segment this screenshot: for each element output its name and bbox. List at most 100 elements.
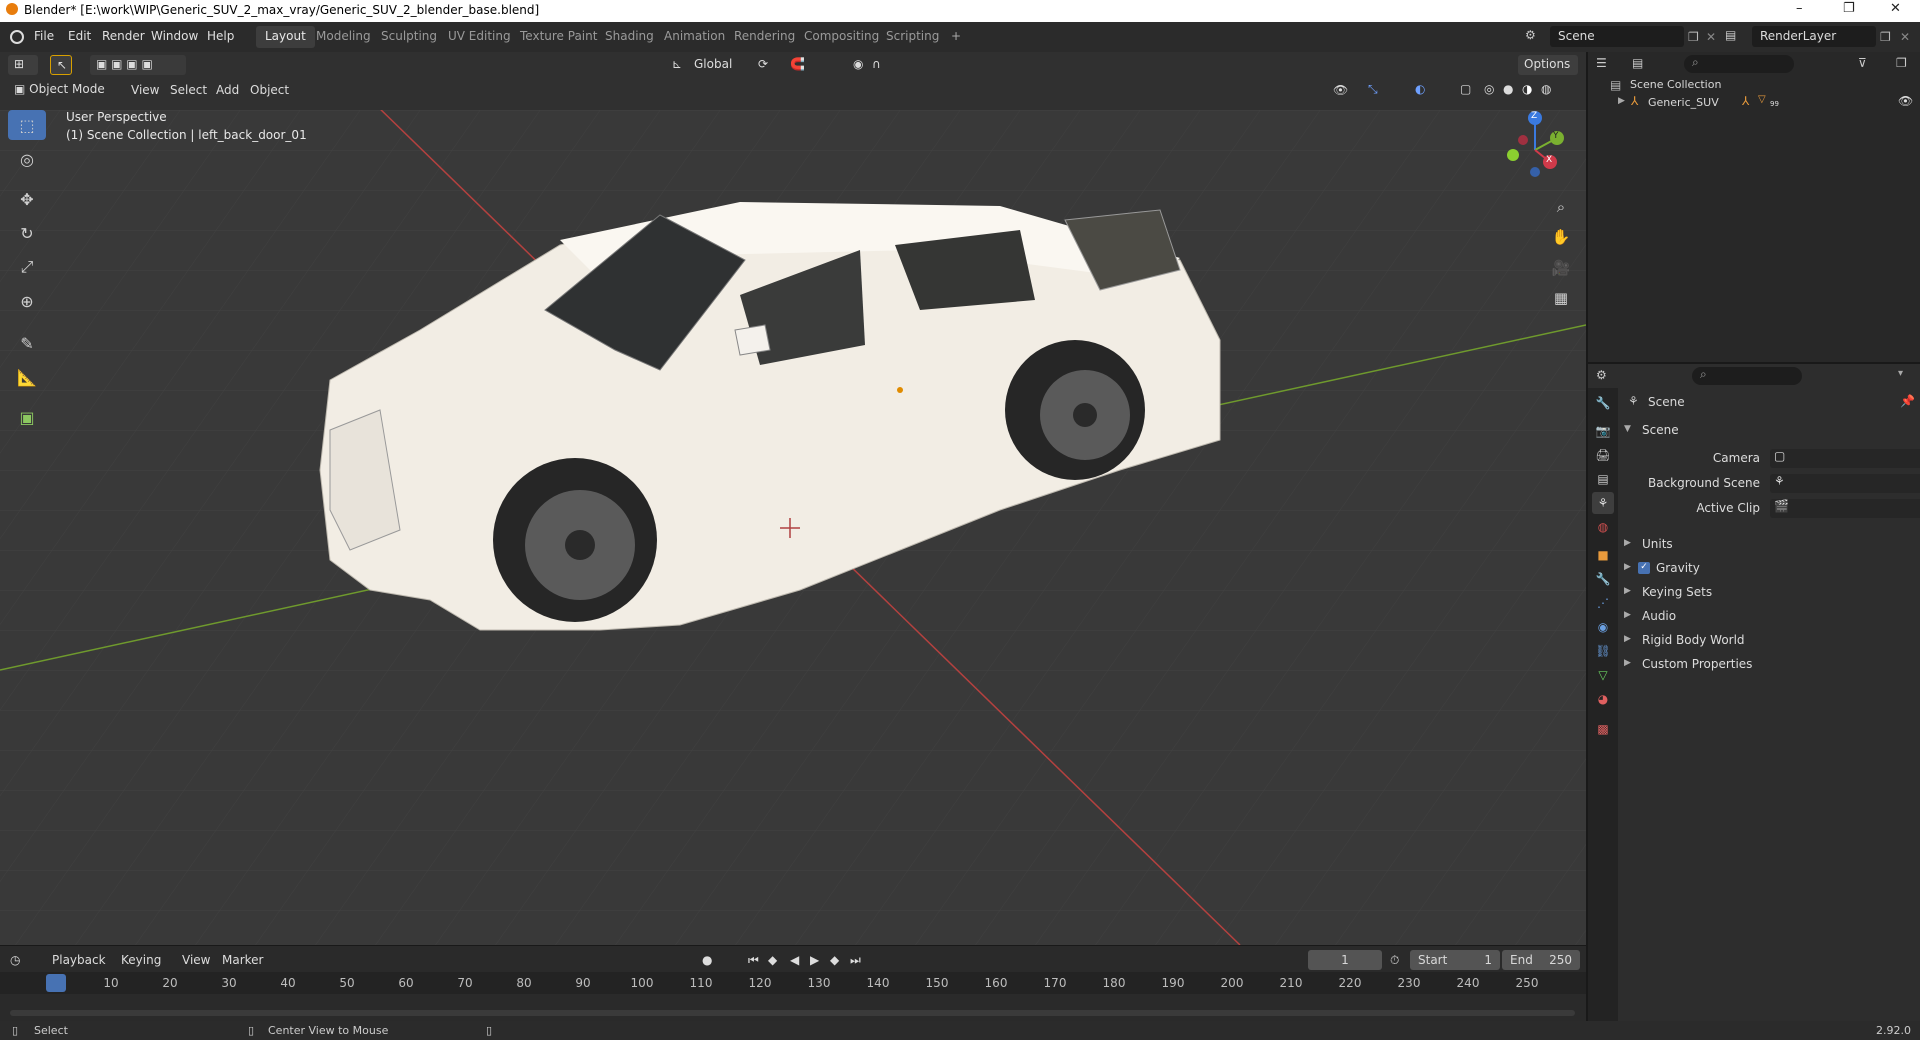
ortho-grid-icon[interactable]: ▦ bbox=[1548, 285, 1574, 311]
orientation-icon[interactable]: ⊾ bbox=[672, 57, 682, 71]
navigation-gizmo[interactable]: Z Y X bbox=[1495, 110, 1575, 190]
scene-collection-label[interactable]: Scene Collection bbox=[1630, 78, 1721, 91]
playhead[interactable] bbox=[46, 974, 66, 992]
jump-end-icon[interactable]: ⏭ bbox=[850, 953, 861, 968]
tab-animation[interactable]: Animation bbox=[655, 26, 734, 48]
3d-viewport[interactable]: User Perspective (1) Scene Collection | … bbox=[0, 110, 1586, 945]
audio-panel[interactable]: ▶ Audio bbox=[1620, 606, 1920, 628]
visibility-icon[interactable]: 👁 bbox=[1333, 83, 1348, 97]
timeline-menu-playback[interactable]: Playback bbox=[52, 953, 106, 967]
menu-render[interactable]: Render bbox=[102, 29, 145, 43]
add-workspace-button[interactable]: + bbox=[942, 26, 970, 48]
mode-dropdown[interactable]: ▣ Object Mode bbox=[8, 80, 120, 100]
scene-tab-icon[interactable]: ⚘ bbox=[1592, 492, 1614, 514]
scale-tool-icon[interactable]: ⤢ bbox=[8, 252, 46, 282]
zoom-icon[interactable]: ⌕ bbox=[1548, 194, 1574, 220]
editor-type-icon[interactable]: ⊞ bbox=[8, 55, 38, 75]
rigid-body-world-panel[interactable]: ▶ Rigid Body World bbox=[1620, 630, 1920, 652]
active-clip-field[interactable]: 🎬 bbox=[1770, 499, 1920, 518]
timeline-scrollbar[interactable] bbox=[10, 1010, 1575, 1016]
constraints-tab-icon[interactable]: ⛓ bbox=[1592, 640, 1614, 662]
solid-shading-icon[interactable]: ● bbox=[1503, 82, 1513, 96]
gizmo-toggle-icon[interactable]: ⤡ bbox=[1368, 82, 1378, 97]
rendered-shading-icon[interactable]: ◍ bbox=[1541, 82, 1551, 96]
play-icon[interactable]: ▶ bbox=[810, 953, 819, 967]
world-tab-icon[interactable]: ◍ bbox=[1592, 516, 1614, 538]
measure-tool-icon[interactable]: 📐 bbox=[8, 362, 46, 392]
properties-editor-type-icon[interactable]: ⚙ bbox=[1596, 368, 1607, 382]
transform-tool-icon[interactable]: ⊕ bbox=[8, 286, 46, 316]
outliner-editor-type-icon[interactable]: ☰ bbox=[1596, 56, 1607, 70]
next-keyframe-icon[interactable]: ◆ bbox=[830, 953, 839, 967]
outliner-item-generic-suv[interactable]: Generic_SUV bbox=[1648, 96, 1719, 109]
gravity-panel[interactable]: ▶ ✓ Gravity bbox=[1620, 558, 1920, 580]
menu-file[interactable]: File bbox=[34, 29, 54, 43]
menu-window[interactable]: Window bbox=[151, 29, 198, 43]
view-layer-icon[interactable]: ▤ bbox=[1725, 28, 1736, 42]
gravity-checkbox[interactable]: ✓ bbox=[1638, 562, 1650, 574]
camera-field[interactable]: ▢ bbox=[1770, 449, 1920, 468]
blender-menu-icon[interactable] bbox=[10, 30, 24, 44]
viewport-menu-add[interactable]: Add bbox=[216, 83, 239, 97]
material-tab-icon[interactable]: ◕ bbox=[1592, 688, 1614, 710]
menu-help[interactable]: Help bbox=[207, 29, 234, 43]
delete-view-layer-icon[interactable]: ✕ bbox=[1900, 30, 1910, 44]
new-scene-icon[interactable]: ❐ bbox=[1688, 30, 1699, 44]
xray-icon[interactable]: ▢ bbox=[1460, 82, 1471, 96]
pivot-icon[interactable]: ⟳ bbox=[758, 57, 768, 71]
record-keyframe-icon[interactable]: ● bbox=[702, 953, 712, 967]
tool-tab-icon[interactable]: 🔧 bbox=[1592, 392, 1614, 414]
timeline-editor-type-icon[interactable]: ◷ bbox=[10, 953, 20, 967]
preview-range-icon[interactable]: ⏱ bbox=[1390, 953, 1399, 968]
proportional-edit-icon[interactable]: ◉ bbox=[853, 57, 863, 71]
texture-tab-icon[interactable]: ▩ bbox=[1592, 718, 1614, 740]
expand-icon[interactable]: ▶ bbox=[1618, 96, 1625, 106]
material-shading-icon[interactable]: ◑ bbox=[1522, 82, 1532, 96]
orientation-dropdown[interactable]: Global bbox=[688, 55, 748, 75]
scene-selector-icon[interactable]: ⚙ bbox=[1525, 28, 1543, 46]
outliner-search-input[interactable]: ⌕ bbox=[1684, 55, 1794, 73]
view-layer-tab-icon[interactable]: ▤ bbox=[1592, 468, 1614, 490]
keying-sets-panel[interactable]: ▶ Keying Sets bbox=[1620, 582, 1920, 604]
move-tool-icon[interactable]: ✥ bbox=[8, 184, 46, 214]
new-collection-icon[interactable]: ❐ bbox=[1896, 56, 1907, 70]
selection-mode-icons[interactable]: ▣ ▣ ▣ ▣ bbox=[90, 55, 186, 75]
prev-keyframe-icon[interactable]: ◆ bbox=[768, 953, 777, 967]
visibility-eye-icon[interactable]: 👁 bbox=[1898, 94, 1913, 108]
end-frame-field[interactable]: End 250 bbox=[1502, 950, 1580, 970]
properties-options-icon[interactable]: ▾ bbox=[1898, 368, 1903, 379]
tab-texture-paint[interactable]: Texture Paint bbox=[511, 26, 606, 48]
add-cube-tool-icon[interactable]: ▣ bbox=[8, 402, 46, 432]
restore-icon[interactable]: ❐ bbox=[1843, 1, 1855, 16]
jump-start-icon[interactable]: ⏮ bbox=[748, 953, 759, 968]
menu-edit[interactable]: Edit bbox=[68, 29, 91, 43]
timeline-menu-keying[interactable]: Keying bbox=[121, 953, 161, 967]
wireframe-shading-icon[interactable]: ◎ bbox=[1484, 82, 1494, 96]
minimize-icon[interactable]: – bbox=[1796, 1, 1803, 16]
tab-rendering[interactable]: Rendering bbox=[725, 26, 804, 48]
tab-scripting[interactable]: Scripting bbox=[877, 26, 948, 48]
annotate-tool-icon[interactable]: ✎ bbox=[8, 328, 46, 358]
play-reverse-icon[interactable]: ◀ bbox=[790, 953, 799, 967]
modifier-tab-icon[interactable]: 🔧 bbox=[1592, 568, 1614, 590]
display-mode-icon[interactable]: ▤ bbox=[1632, 56, 1643, 70]
current-frame-field[interactable]: 1 bbox=[1308, 950, 1382, 970]
properties-search-input[interactable]: ⌕ bbox=[1692, 367, 1802, 385]
start-frame-field[interactable]: Start 1 bbox=[1410, 950, 1500, 970]
tab-layout[interactable]: Layout bbox=[256, 26, 315, 48]
tab-modeling[interactable]: Modeling bbox=[307, 26, 380, 48]
render-tab-icon[interactable]: 📷 bbox=[1592, 420, 1614, 442]
object-tab-icon[interactable]: ■ bbox=[1592, 544, 1614, 566]
viewport-menu-view[interactable]: View bbox=[131, 83, 159, 97]
tab-uv-editing[interactable]: UV Editing bbox=[439, 26, 520, 48]
camera-view-icon[interactable]: 🎥 bbox=[1548, 255, 1574, 281]
overlay-toggle-icon[interactable]: ◐ bbox=[1415, 82, 1425, 96]
viewport-menu-select[interactable]: Select bbox=[170, 83, 207, 97]
physics-tab-icon[interactable]: ◉ bbox=[1592, 616, 1614, 638]
background-scene-field[interactable]: ⚘ bbox=[1770, 474, 1920, 493]
tab-sculpting[interactable]: Sculpting bbox=[372, 26, 446, 48]
output-tab-icon[interactable]: 🖨 bbox=[1592, 444, 1614, 466]
close-icon[interactable]: ✕ bbox=[1890, 1, 1901, 16]
tab-shading[interactable]: Shading bbox=[596, 26, 663, 48]
viewport-menu-object[interactable]: Object bbox=[250, 83, 289, 97]
